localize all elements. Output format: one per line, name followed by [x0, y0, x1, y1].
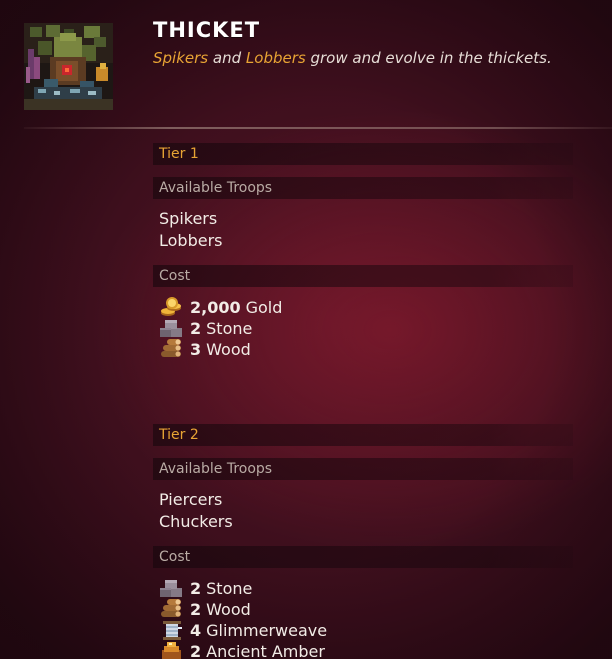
tier2-wood-amount: 2 — [190, 599, 202, 619]
tier1-wood-amount: 3 — [190, 339, 202, 359]
tier1-cost-gold: 2,000 Gold — [159, 296, 282, 318]
ancient-amber-icon — [159, 640, 184, 659]
wood-logs-icon — [159, 338, 184, 360]
tier2-wood-resource: Wood — [206, 599, 251, 619]
thicket-thumbnail — [24, 23, 113, 110]
tier2-stone-resource: Stone — [206, 578, 253, 598]
tier2-ancient-amber-resource: Ancient Amber — [206, 641, 325, 659]
tier1-troop-item: Spikers — [159, 209, 218, 228]
page-subtitle: Spikers and Lobbers grow and evolve in t… — [153, 49, 552, 67]
tier2-troops-label: Available Troops — [153, 458, 573, 480]
tier2-cost-ancient-amber: 2 Ancient Amber — [159, 640, 325, 659]
tier2-stone-amount: 2 — [190, 578, 202, 598]
tier1-stone-amount: 2 — [190, 318, 202, 338]
tier2-glimmerweave-amount: 4 — [190, 620, 202, 640]
tier2-heading: Tier 2 — [153, 424, 573, 446]
glimmerweave-spool-icon — [159, 619, 184, 641]
header-divider — [24, 127, 612, 129]
tier2-troop-item: Chuckers — [159, 512, 233, 531]
tier1-gold-resource: Gold — [245, 297, 283, 317]
tier1-cost-wood: 3 Wood — [159, 338, 251, 360]
tier2-cost-label: Cost — [153, 546, 573, 568]
subtitle-text: grow and evolve in the thickets. — [310, 49, 552, 67]
tier2-troop-item: Piercers — [159, 490, 223, 509]
tier2-cost-glimmerweave: 4 Glimmerweave — [159, 619, 327, 641]
page-title: THICKET — [153, 18, 261, 42]
stone-blocks-icon — [159, 577, 184, 599]
tier1-gold-amount: 2,000 — [190, 297, 241, 317]
wood-logs-icon — [159, 598, 184, 620]
tier1-heading: Tier 1 — [153, 143, 573, 165]
tier1-cost-stone: 2 Stone — [159, 317, 252, 339]
gold-coins-icon — [159, 296, 184, 318]
subtitle-and: and — [212, 49, 242, 67]
tier2-cost-wood: 2 Wood — [159, 598, 251, 620]
tier2-glimmerweave-resource: Glimmerweave — [206, 620, 328, 640]
tier1-cost-label: Cost — [153, 265, 573, 287]
tier2-cost-stone: 2 Stone — [159, 577, 252, 599]
tier1-troops-label: Available Troops — [153, 177, 573, 199]
tier1-stone-resource: Stone — [206, 318, 253, 338]
subtitle-troop-spikers: Spikers — [153, 49, 209, 67]
tier1-wood-resource: Wood — [206, 339, 251, 359]
tier1-troop-item: Lobbers — [159, 231, 223, 250]
tier2-ancient-amber-amount: 2 — [190, 641, 202, 659]
subtitle-troop-lobbers: Lobbers — [245, 49, 306, 67]
stone-blocks-icon — [159, 317, 184, 339]
